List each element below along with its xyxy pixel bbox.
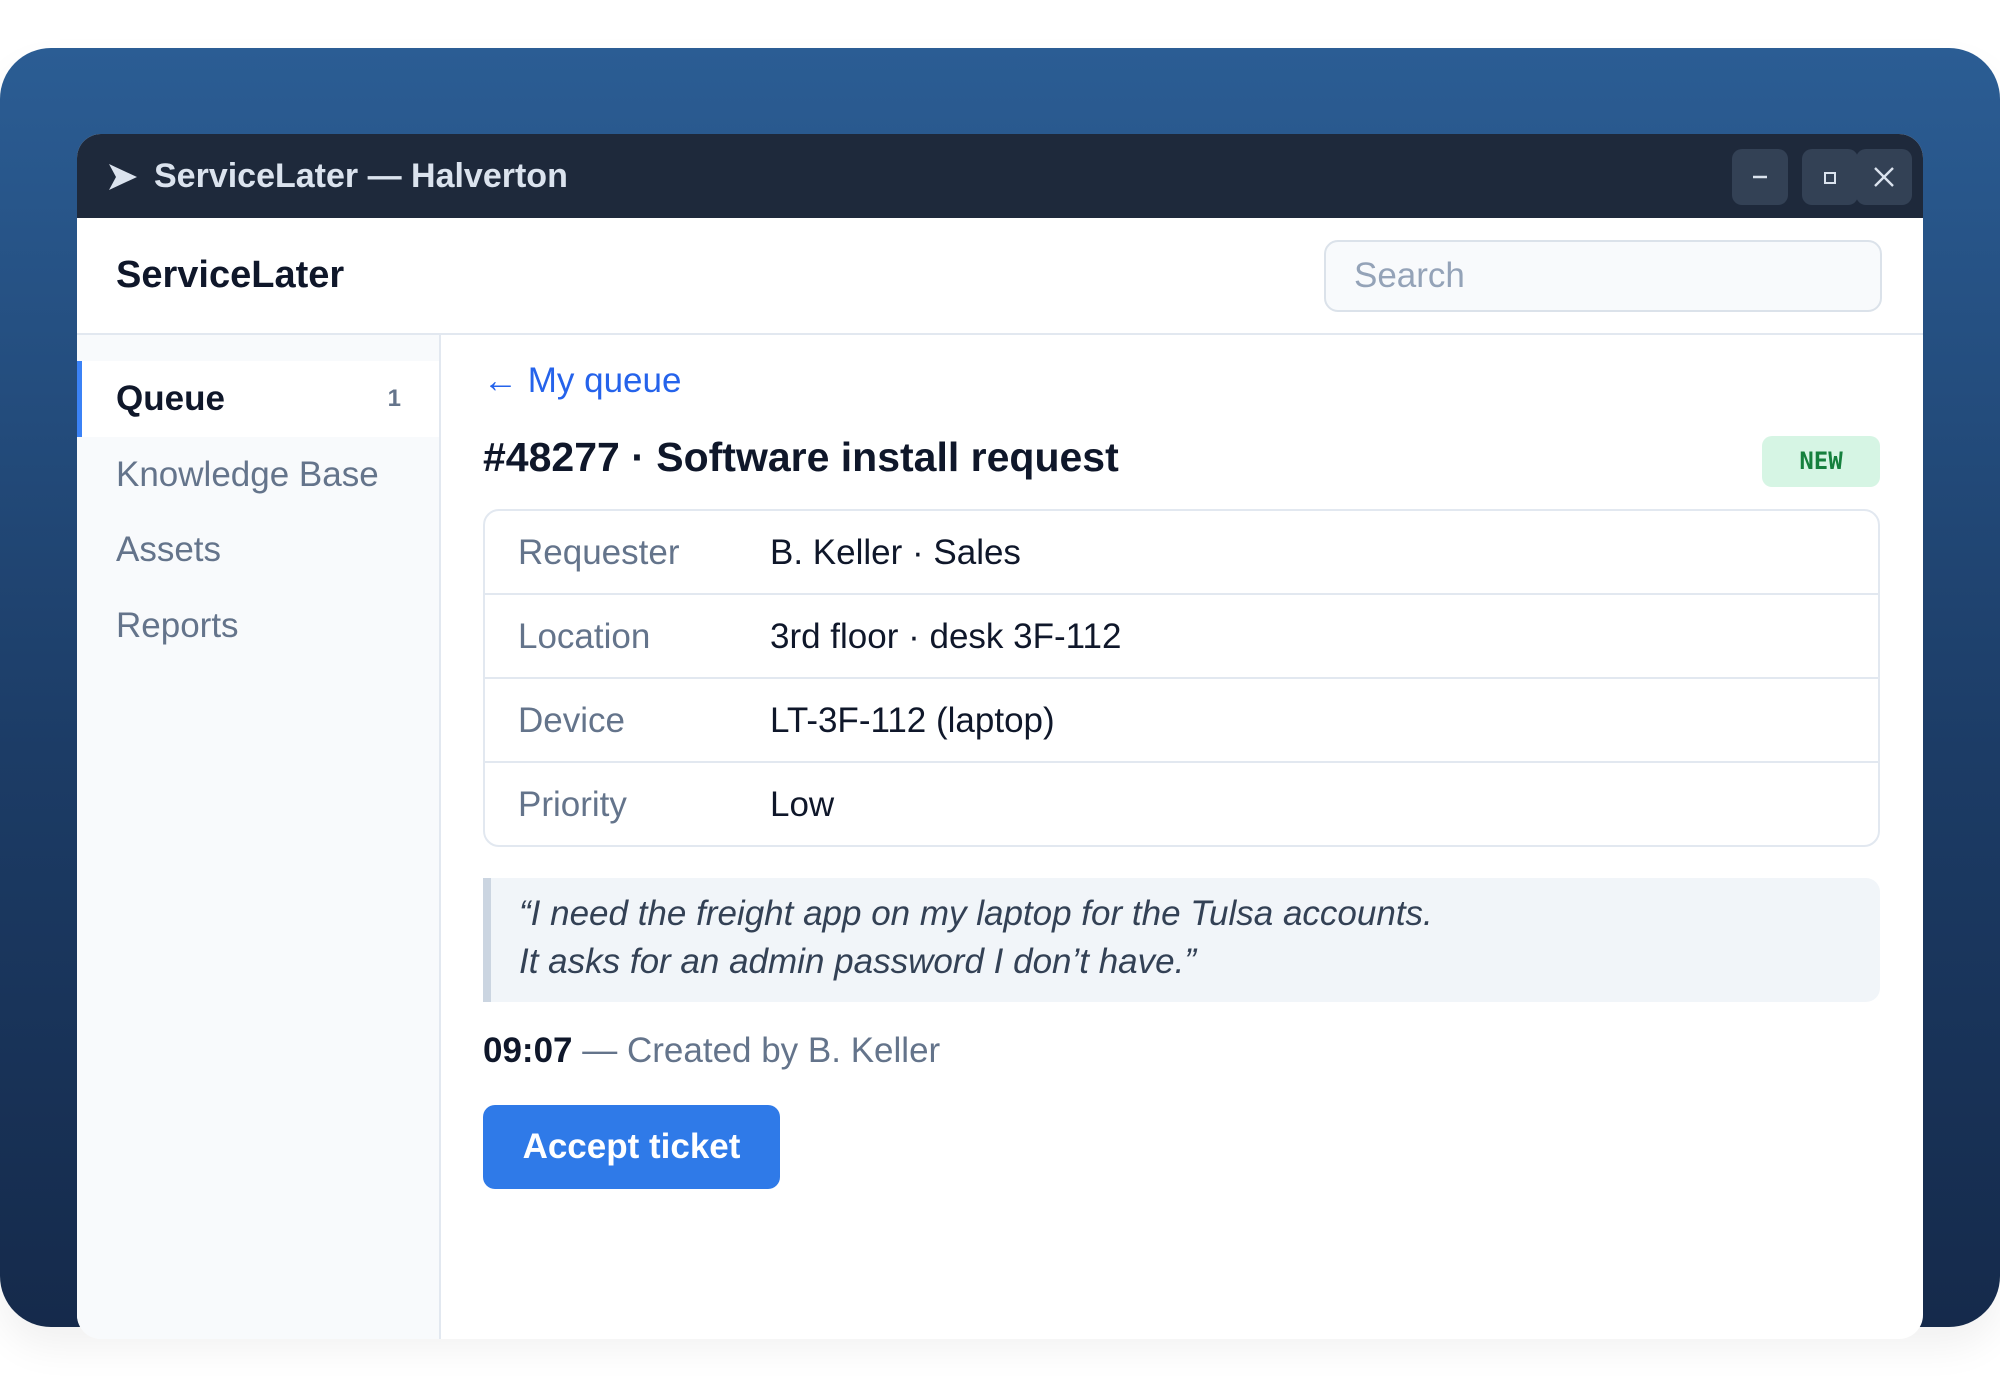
- detail-label: Location: [518, 617, 651, 656]
- title-bar[interactable]: ServiceLater — Halverton: [77, 134, 1923, 218]
- activity-time: 09:07: [483, 1031, 573, 1070]
- sidebar-item-queue[interactable]: Queue 1: [77, 361, 439, 437]
- queue-count-badge: 1: [387, 385, 401, 412]
- ticket-description-quote: “I need the freight app on my laptop for…: [483, 878, 1880, 1002]
- detail-row-location: Location 3rd floor · desk 3F-112: [485, 593, 1878, 677]
- sidebar-item-label: Reports: [116, 606, 239, 645]
- desktop-background: ServiceLater — Halverton ServiceLater Se…: [0, 48, 2000, 1339]
- sidebar-item-knowledge-base[interactable]: Knowledge Base: [77, 437, 439, 513]
- ticket-details-table: Requester B. Keller · Sales Location 3rd…: [483, 509, 1880, 847]
- ticket-detail-panel: ← My queue #48277 · Software install req…: [441, 335, 1923, 1339]
- brand-name: ServiceLater: [116, 254, 345, 296]
- detail-label: Priority: [518, 785, 627, 824]
- sidebar-item-reports[interactable]: Reports: [77, 588, 439, 664]
- activity-text: — Created by B. Keller: [572, 1031, 941, 1070]
- detail-label: Requester: [518, 533, 680, 572]
- maximize-icon: [1824, 172, 1836, 184]
- status-badge: NEW: [1762, 436, 1880, 487]
- detail-value: LT-3F-112 (laptop): [770, 701, 1055, 740]
- accept-ticket-button[interactable]: Accept ticket: [483, 1105, 780, 1189]
- app-window: ServiceLater — Halverton ServiceLater Se…: [77, 134, 1923, 1339]
- app-header: ServiceLater: [77, 218, 1923, 335]
- maximize-button[interactable]: [1802, 149, 1858, 205]
- description-line: It asks for an admin password I don’t ha…: [519, 942, 1196, 981]
- detail-label: Device: [518, 701, 625, 740]
- detail-value: B. Keller · Sales: [770, 533, 1021, 572]
- detail-row-device: Device LT-3F-112 (laptop): [485, 677, 1878, 761]
- activity-entry: 09:07 — Created by B. Keller: [483, 1026, 940, 1076]
- minimize-icon: [1753, 175, 1767, 179]
- window-title: ServiceLater — Halverton: [154, 157, 568, 195]
- detail-value: Low: [770, 785, 835, 824]
- detail-value: 3rd floor · desk 3F-112: [770, 617, 1122, 656]
- sidebar-item-label: Assets: [116, 530, 222, 569]
- back-to-queue-link[interactable]: ← My queue: [483, 355, 681, 407]
- send-arrow-icon: [109, 164, 137, 190]
- search-input[interactable]: [1324, 240, 1882, 312]
- sidebar: Queue 1 Knowledge Base Assets Reports: [77, 335, 441, 1339]
- ticket-title: #48277 · Software install request: [483, 434, 1119, 480]
- minimize-button[interactable]: [1732, 149, 1788, 205]
- description-line: “I need the freight app on my laptop for…: [519, 894, 1433, 933]
- detail-row-requester: Requester B. Keller · Sales: [485, 511, 1878, 595]
- sidebar-item-label: Queue: [116, 379, 225, 418]
- sidebar-item-label: Knowledge Base: [116, 455, 379, 494]
- sidebar-item-assets[interactable]: Assets: [77, 512, 439, 588]
- detail-row-priority: Priority Low: [485, 761, 1878, 845]
- close-button[interactable]: [1856, 149, 1912, 205]
- close-icon: [1874, 167, 1894, 187]
